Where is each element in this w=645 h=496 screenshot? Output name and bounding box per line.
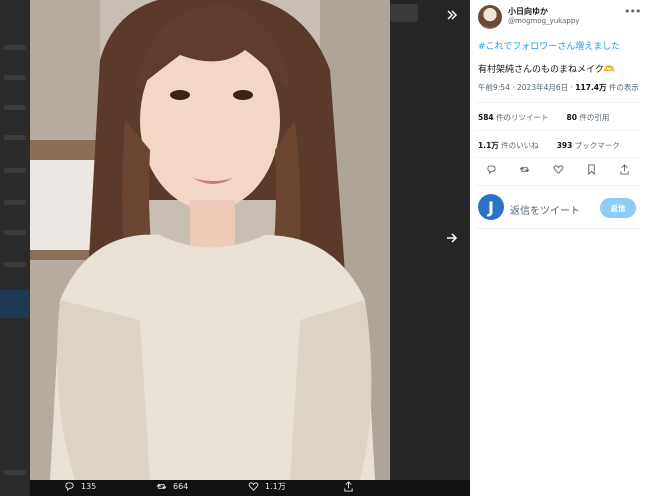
collapse-panel-button[interactable] [442,5,462,25]
reply-icon[interactable] [486,164,497,175]
divider [476,228,639,229]
tweet-time[interactable]: 午前9:54 [478,83,510,92]
divider [476,157,639,158]
quotes-stat[interactable]: 80 件の引用 [567,112,610,123]
share-stats: 584 件のリツイート 80 件の引用 [478,112,609,123]
arrow-right-icon [447,233,458,243]
engagement-stats: 1.1万 件のいいね 393 ブックマーク [478,140,620,151]
media-reply-count: 135 [81,482,97,491]
next-media-button[interactable] [442,228,462,248]
tweet-photo[interactable] [30,0,390,480]
current-user-avatar: J [478,194,504,220]
more-options-icon[interactable]: ••• [624,5,641,18]
heart-icon[interactable] [553,164,564,175]
author-avatar[interactable] [478,5,502,29]
bookmarks-stat[interactable]: 393 ブックマーク [557,140,620,151]
retweets-stat[interactable]: 584 件のリツイート [478,112,549,123]
share-icon[interactable] [619,164,630,175]
tweet-hashtag[interactable]: #これでフォロワーさん増えました [478,39,620,52]
media-reply-button[interactable]: 135 [64,481,96,492]
share-icon [344,481,353,492]
reply-icon [65,482,74,492]
viewer-top-button[interactable] [390,4,418,22]
views-count: 117.4万 [575,83,607,92]
tweet-meta: 午前9:54 · 2023年4月6日 · 117.4万 件の表示 [478,83,639,92]
heart-icon [248,482,259,491]
tweet-detail-panel: 小日向ゆか @mogmog_yukappy ••• #これでフォロワーさん増えま… [470,0,645,496]
views-label: 件の表示 [608,83,639,92]
media-retweet-button[interactable]: 664 [156,481,188,492]
reply-input[interactable]: 返信をツイート [510,202,580,217]
likes-stat[interactable]: 1.1万 件のいいね [478,140,539,151]
retweet-icon[interactable] [519,164,530,175]
divider [476,185,639,186]
retweet-icon [156,484,167,489]
tweet-action-row [478,164,638,175]
media-like-button[interactable]: 1.1万 [248,481,286,492]
reply-submit-button[interactable]: 返信 [600,198,636,218]
bookmark-icon[interactable] [586,164,597,175]
tweet-text: 有村架純さんのものまねメイク🫶 [478,65,616,75]
author-name[interactable]: 小日向ゆか [508,6,548,17]
portrait-image [30,0,390,480]
divider [476,130,639,131]
media-retweet-count: 664 [173,482,189,491]
author-handle[interactable]: @mogmog_yukappy [508,17,579,25]
media-action-bar: 135 664 1.1万 [30,480,470,496]
tweet-date[interactable]: 2023年4月6日 [517,83,568,92]
double-chevron-right-icon [447,10,458,20]
media-share-button[interactable] [343,481,354,492]
dimmed-timeline-right [390,0,470,496]
divider [476,102,639,103]
tweet-media-viewer: 135 664 1.1万 小日向ゆか @mogmog_yukappy ••• #… [0,0,645,496]
dimmed-timeline-left [0,0,30,496]
media-like-count: 1.1万 [265,482,286,491]
